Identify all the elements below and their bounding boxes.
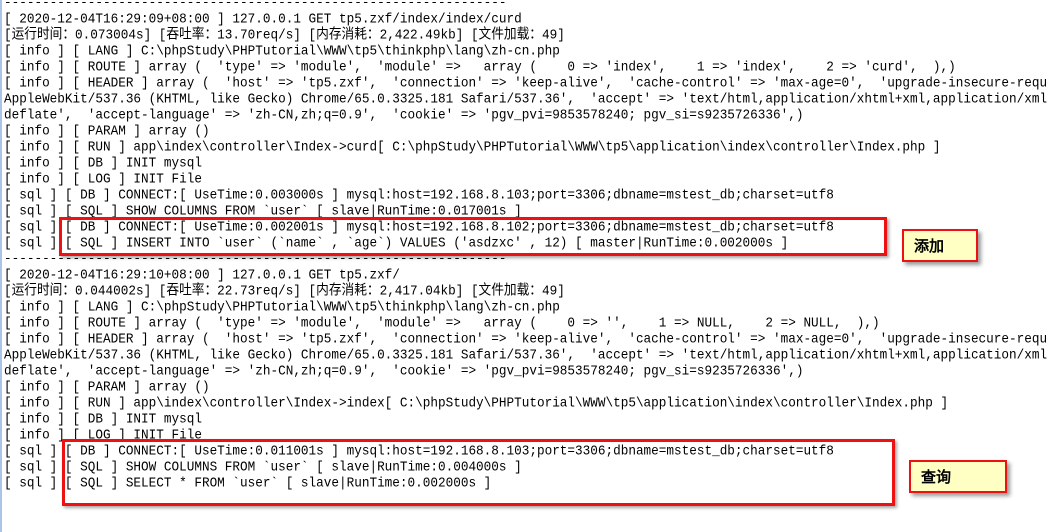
insert-highlight-box xyxy=(59,217,887,256)
select-annotation-label: 查询 xyxy=(909,460,1007,493)
log-block-1: [ 2020-12-04T16:29:09+08:00 ] 127.0.0.1 … xyxy=(4,10,1048,251)
insert-annotation-label: 添加 xyxy=(902,229,978,262)
window-edge xyxy=(0,0,2,532)
select-highlight-box xyxy=(62,439,895,506)
